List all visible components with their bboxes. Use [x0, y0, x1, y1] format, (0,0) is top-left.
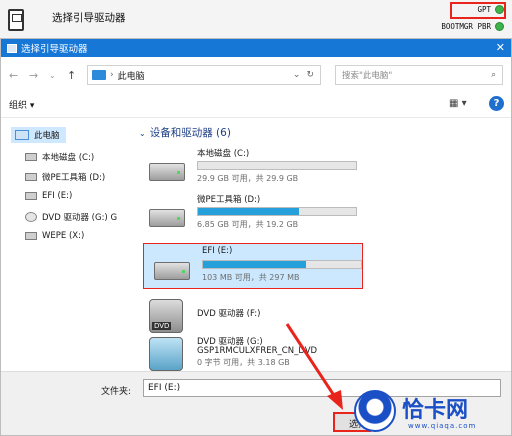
breadcrumb-this-pc[interactable]: 此电脑 [118, 69, 145, 82]
watermark-text: 恰卡网 [402, 398, 469, 423]
sidebar-item-drive-e[interactable]: EFI (E:) [25, 191, 72, 201]
drive-icon [25, 173, 37, 181]
sidebar-item-drive-d[interactable]: 微PE工具箱 (D:) [25, 171, 105, 183]
search-input[interactable]: 搜索"此电脑" ⌕ [335, 65, 503, 85]
drive-usage-bar [197, 161, 357, 170]
dvd-installer-icon [149, 337, 183, 371]
navigation-bar: ← → ⌄ ↑ › 此电脑 ⌄ ↻ 搜索"此电脑" ⌕ [1, 57, 511, 91]
drive-item-d[interactable]: 微PE工具箱 (D:) 6.85 GB 可用，共 19.2 GB [139, 191, 359, 235]
recent-locations-icon[interactable]: ⌄ [49, 71, 56, 80]
sidebar-item-label: DVD 驱动器 (G:) G [42, 213, 118, 223]
chevron-down-icon: ⌄ [139, 129, 146, 138]
sidebar-item-drive-x[interactable]: WEPE (X:) [25, 231, 84, 241]
watermark-logo [354, 390, 396, 432]
gpt-highlight-box [450, 2, 506, 19]
back-arrow-icon[interactable]: ← [9, 69, 18, 82]
dialog-icon [7, 43, 17, 53]
computer-icon [15, 130, 29, 140]
help-icon[interactable]: ? [489, 96, 504, 111]
sidebar-item-this-pc[interactable]: 此电脑 [11, 127, 66, 143]
sidebar-item-label: EFI (E:) [42, 191, 73, 201]
group-header-label: 设备和驱动器 (6) [149, 127, 231, 139]
select-boot-drive-dialog: 选择引导驱动器 ✕ ← → ⌄ ↑ › 此电脑 ⌄ ↻ 搜索"此电脑" ⌕ 组织… [0, 38, 512, 436]
address-bar[interactable]: › 此电脑 ⌄ ↻ [87, 65, 321, 85]
background-app-header: 选择引导驱动器 GPT BOOTMGR PBR [0, 0, 512, 40]
hard-drive-icon [154, 262, 190, 280]
annotation-arrow [285, 323, 343, 410]
hard-drive-icon [149, 209, 185, 227]
refresh-icon[interactable]: ↻ [306, 70, 314, 80]
background-app-title: 选择引导驱动器 [52, 12, 126, 24]
drive-icon [25, 192, 37, 200]
drive-name: 本地磁盘 (C:) [197, 149, 250, 159]
sidebar-item-label: 微PE工具箱 (D:) [42, 173, 106, 183]
close-icon[interactable]: ✕ [496, 41, 505, 54]
sidebar-item-label: WEPE (X:) [42, 231, 85, 241]
drive-space-info: 29.9 GB 可用，共 29.9 GB [197, 174, 299, 183]
dvd-drive-icon: DVD [149, 299, 183, 333]
computer-icon [92, 70, 106, 80]
app-icon [8, 9, 24, 31]
hard-drive-icon [149, 163, 185, 181]
drive-name: EFI (E:) [202, 246, 233, 256]
search-placeholder: 搜索"此电脑" [342, 71, 393, 81]
breadcrumb-chevron-icon: › [110, 70, 114, 80]
drive-icon [25, 232, 37, 240]
drive-item-e[interactable]: EFI (E:) 103 MB 可用，共 297 MB [143, 243, 363, 289]
sidebar-item-drive-g[interactable]: DVD 驱动器 (G:) G [25, 211, 117, 223]
drive-space-info: 103 MB 可用，共 297 MB [202, 273, 300, 282]
drive-icon [25, 153, 37, 161]
watermark: 恰卡网 www.qiaqa.com [354, 388, 512, 436]
toolbar: 组织 ▾ ▦ ▾ ? [1, 91, 511, 118]
drive-item-c[interactable]: 本地磁盘 (C:) 29.9 GB 可用，共 29.9 GB [139, 145, 359, 189]
drive-name: DVD 驱动器 (F:) [197, 309, 261, 319]
address-dropdown-icon[interactable]: ⌄ [293, 70, 301, 80]
search-icon: ⌕ [491, 70, 496, 80]
dialog-title: 选择引导驱动器 [21, 44, 88, 55]
group-header[interactable]: ⌄ 设备和驱动器 (6) [139, 125, 231, 140]
drive-space-info: 6.85 GB 可用，共 19.2 GB [197, 220, 299, 229]
drive-usage-bar [202, 260, 362, 269]
view-options-icon[interactable]: ▦ ▾ [449, 98, 467, 109]
sidebar-item-drive-c[interactable]: 本地磁盘 (C:) [25, 151, 94, 163]
mbr-status-icon [495, 22, 504, 31]
sidebar-item-label: 本地磁盘 (C:) [42, 153, 95, 163]
mbr-label: BOOTMGR PBR [441, 22, 491, 31]
organize-button[interactable]: 组织 ▾ [9, 98, 34, 111]
drive-name: 微PE工具箱 (D:) [197, 195, 261, 205]
dialog-titlebar[interactable]: 选择引导驱动器 ✕ [1, 39, 511, 57]
navigation-pane: 此电脑 本地磁盘 (C:) 微PE工具箱 (D:) EFI (E:) DVD 驱… [1, 119, 131, 369]
sidebar-item-label: 此电脑 [34, 131, 60, 141]
up-arrow-icon[interactable]: ↑ [67, 69, 76, 82]
watermark-url: www.qiaqa.com [408, 422, 477, 430]
forward-arrow-icon[interactable]: → [29, 69, 38, 82]
mbr-status: BOOTMGR PBR [441, 22, 504, 31]
drive-usage-bar [197, 207, 357, 216]
folder-label: 文件夹: [101, 387, 132, 397]
dvd-icon [25, 212, 37, 222]
